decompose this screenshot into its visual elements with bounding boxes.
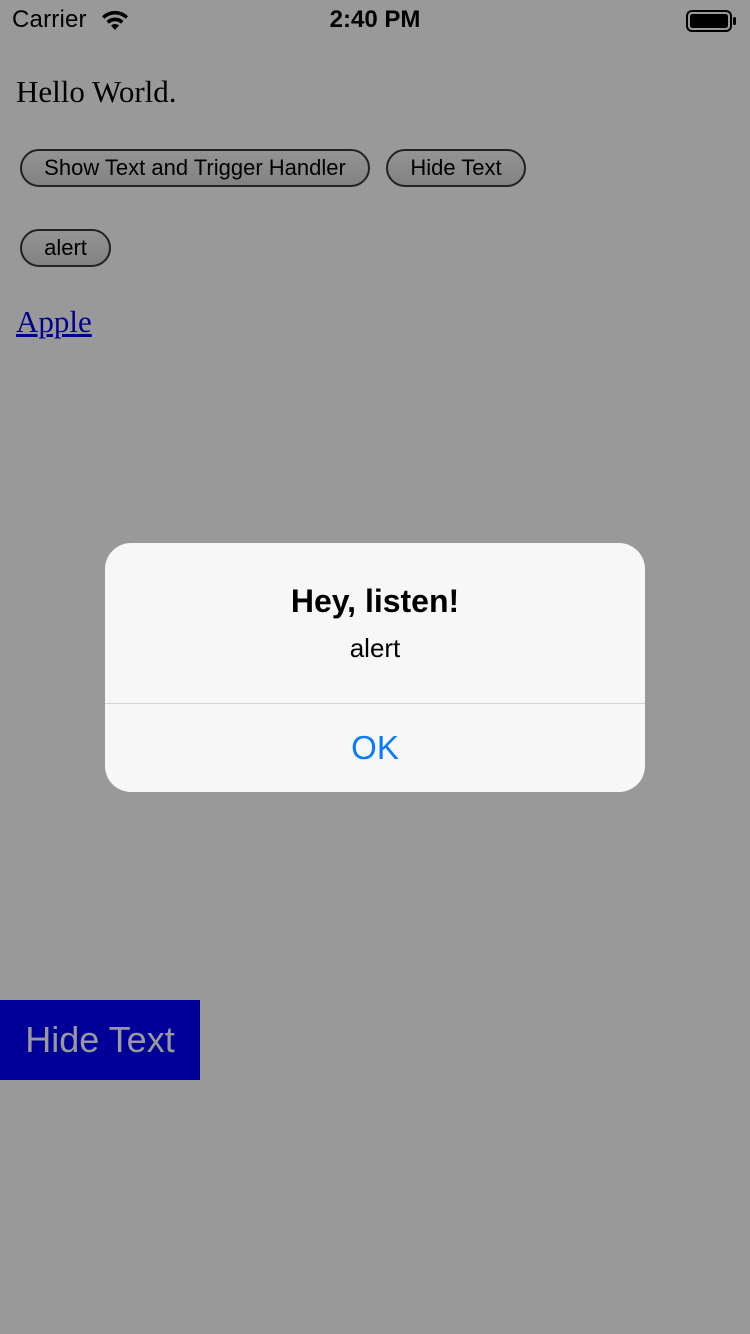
alert-ok-button[interactable]: OK (105, 704, 645, 792)
alert-message: alert (349, 633, 401, 663)
alert-dialog: Hey, listen! alert OK (105, 543, 645, 792)
alert-title: Hey, listen! (290, 583, 460, 619)
